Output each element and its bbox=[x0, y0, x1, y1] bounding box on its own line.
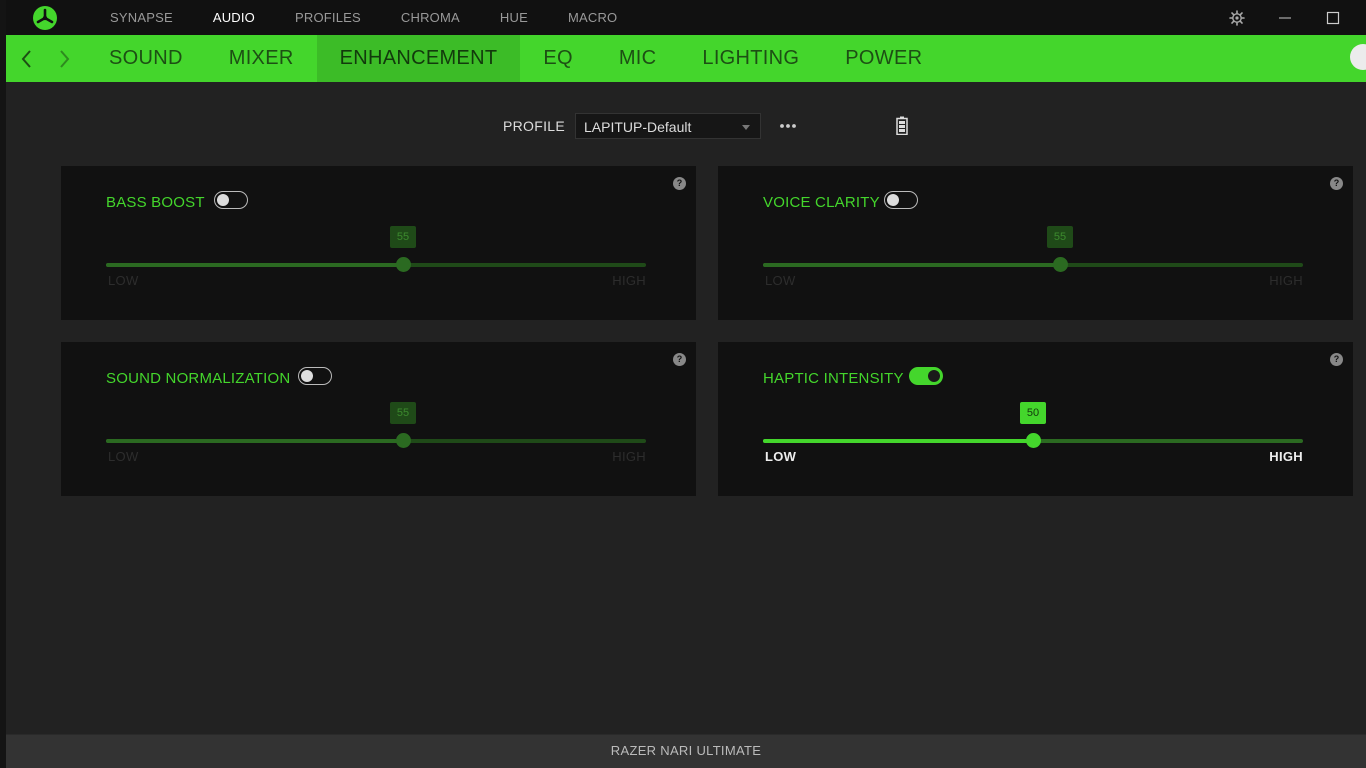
profile-dropdown[interactable]: LAPITUP-Default bbox=[575, 113, 761, 139]
device-name: RAZER NARI ULTIMATE bbox=[610, 743, 762, 758]
voice-clarity-title: VOICE CLARITY bbox=[763, 194, 880, 211]
chevron-left-icon[interactable] bbox=[16, 47, 38, 71]
slider-low-label: LOW bbox=[765, 449, 797, 464]
tab-power[interactable]: POWER bbox=[822, 35, 945, 82]
slider-fill bbox=[763, 439, 1033, 443]
slider-value-bubble: 50 bbox=[1020, 402, 1046, 424]
slider-value-bubble: 55 bbox=[390, 402, 416, 424]
topnav-synapse[interactable]: SYNAPSE bbox=[110, 0, 173, 35]
help-icon[interactable]: ? bbox=[673, 177, 686, 190]
haptic-intensity-toggle[interactable] bbox=[909, 367, 943, 385]
device-footer: RAZER NARI ULTIMATE bbox=[6, 734, 1366, 768]
slider-thumb[interactable] bbox=[1026, 433, 1041, 448]
toggle-knob bbox=[301, 370, 313, 382]
sound-normalization-toggle[interactable] bbox=[298, 367, 332, 385]
toggle-knob bbox=[887, 194, 899, 206]
slider-value-bubble: 55 bbox=[390, 226, 416, 248]
voice-clarity-card: VOICE CLARITY ? 55 LOW HIGH bbox=[718, 166, 1353, 320]
topnav-audio[interactable]: AUDIO bbox=[213, 0, 255, 35]
topnav-hue[interactable]: HUE bbox=[500, 0, 528, 35]
bass-boost-title: BASS BOOST bbox=[106, 194, 205, 211]
slider-thumb[interactable] bbox=[1053, 257, 1068, 272]
slider-high-label: HIGH bbox=[1269, 449, 1303, 464]
help-icon[interactable]: ? bbox=[673, 353, 686, 366]
sub-nav: SOUND MIXER ENHANCEMENT EQ MIC LIGHTING … bbox=[6, 35, 1366, 82]
bass-boost-toggle[interactable] bbox=[214, 191, 248, 209]
slider-high-label: HIGH bbox=[612, 273, 646, 288]
title-bar: SYNAPSE AUDIO PROFILES CHROMA HUE MACRO bbox=[6, 0, 1366, 35]
slider-fill bbox=[106, 263, 403, 267]
minimize-icon bbox=[1279, 17, 1291, 19]
tab-eq[interactable]: EQ bbox=[520, 35, 596, 82]
tab-mixer[interactable]: MIXER bbox=[206, 35, 317, 82]
gear-icon bbox=[1229, 10, 1245, 26]
haptic-intensity-card: HAPTIC INTENSITY ? 50 LOW HIGH bbox=[718, 342, 1353, 496]
chevron-right-icon[interactable] bbox=[53, 47, 75, 71]
haptic-intensity-title: HAPTIC INTENSITY bbox=[763, 370, 904, 387]
synapse-window: SYNAPSE AUDIO PROFILES CHROMA HUE MACRO bbox=[6, 0, 1366, 768]
tab-sound[interactable]: SOUND bbox=[86, 35, 206, 82]
minimize-button[interactable] bbox=[1273, 6, 1297, 30]
slider-fill bbox=[106, 439, 403, 443]
slider-low-label: LOW bbox=[108, 449, 139, 464]
bass-boost-slider[interactable]: 55 bbox=[106, 226, 646, 272]
tab-lighting[interactable]: LIGHTING bbox=[679, 35, 822, 82]
sound-normalization-slider[interactable]: 55 bbox=[106, 402, 646, 448]
haptic-intensity-slider[interactable]: 50 bbox=[763, 402, 1303, 448]
topnav-chroma[interactable]: CHROMA bbox=[401, 0, 460, 35]
maximize-button[interactable] bbox=[1321, 6, 1345, 30]
sound-normalization-card: SOUND NORMALIZATION ? 55 LOW HIGH bbox=[61, 342, 696, 496]
slider-low-label: LOW bbox=[108, 273, 139, 288]
more-dots-icon[interactable] bbox=[778, 119, 798, 133]
battery-icon bbox=[896, 116, 908, 135]
bass-boost-card: BASS BOOST ? 55 LOW HIGH bbox=[61, 166, 696, 320]
help-icon[interactable]: ? bbox=[1330, 177, 1343, 190]
slider-high-label: HIGH bbox=[612, 449, 646, 464]
slider-high-label: HIGH bbox=[1269, 273, 1303, 288]
slider-value-bubble: 55 bbox=[1047, 226, 1073, 248]
slider-thumb[interactable] bbox=[396, 433, 411, 448]
slider-thumb[interactable] bbox=[396, 257, 411, 272]
settings-button[interactable] bbox=[1225, 6, 1249, 30]
voice-clarity-toggle[interactable] bbox=[884, 191, 918, 209]
help-icon[interactable]: ? bbox=[1330, 353, 1343, 366]
voice-clarity-slider[interactable]: 55 bbox=[763, 226, 1303, 272]
profile-label: PROFILE bbox=[503, 118, 566, 134]
top-nav: SYNAPSE AUDIO PROFILES CHROMA HUE MACRO bbox=[110, 0, 657, 35]
slider-low-label: LOW bbox=[765, 273, 796, 288]
tab-enhancement[interactable]: ENHANCEMENT bbox=[316, 35, 521, 82]
slider-fill bbox=[763, 263, 1060, 267]
profile-value: LAPITUP-Default bbox=[584, 119, 692, 135]
sound-normalization-title: SOUND NORMALIZATION bbox=[106, 370, 291, 387]
chevron-down-icon bbox=[742, 125, 750, 130]
topnav-macro[interactable]: MACRO bbox=[568, 0, 617, 35]
tab-mic[interactable]: MIC bbox=[596, 35, 680, 82]
toggle-knob bbox=[217, 194, 229, 206]
maximize-icon bbox=[1326, 11, 1340, 25]
toggle-knob bbox=[928, 370, 940, 382]
tab-bar: SOUND MIXER ENHANCEMENT EQ MIC LIGHTING … bbox=[86, 35, 945, 82]
overflow-tab-button[interactable] bbox=[1350, 44, 1366, 70]
razer-logo-icon[interactable] bbox=[32, 5, 58, 31]
topnav-profiles[interactable]: PROFILES bbox=[295, 0, 361, 35]
